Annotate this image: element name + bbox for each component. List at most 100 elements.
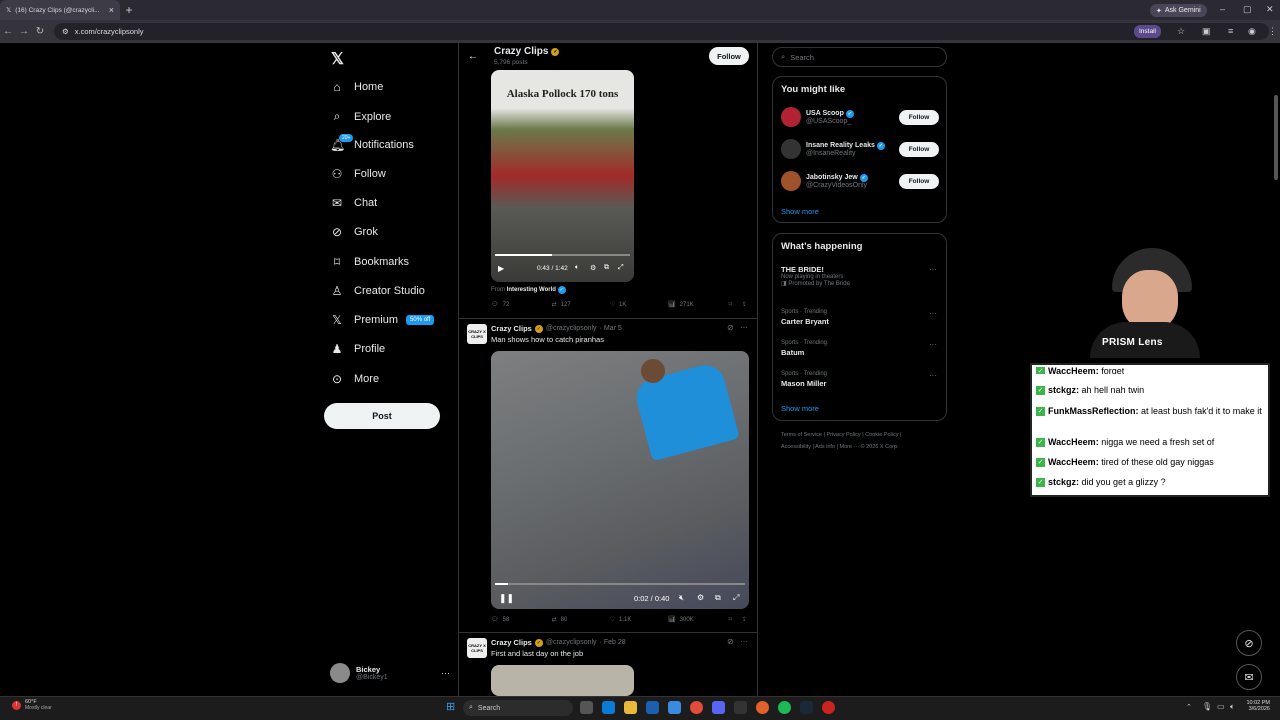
share-icon[interactable]: ⇪	[742, 616, 747, 623]
trend-item[interactable]: THE BRIDE! Now playing in theaters ◨ Pro…	[781, 265, 941, 287]
nav-profile[interactable]: ♟ Profile	[330, 342, 386, 356]
show-more-link[interactable]: Show more	[781, 404, 819, 413]
tweet-video[interactable]: Alaska Pollock 170 tons ▶ 0:43 / 1:42 🔈︎…	[491, 70, 634, 282]
spotify-icon[interactable]	[778, 701, 791, 714]
profile-icon[interactable]: ◉	[1248, 26, 1256, 37]
trend-item[interactable]: Sports · Trending Mason Miller ···	[781, 371, 941, 388]
suggestion-item[interactable]: Jabotinsky Jew ✓ @CrazyVideosOnly Follow	[781, 171, 941, 191]
close-window-icon[interactable]: ✕	[1266, 4, 1274, 15]
suggestion-item[interactable]: Insane Reality Leaks ✓ @InsaneReality Fol…	[781, 139, 941, 159]
tweet-video[interactable]	[491, 665, 634, 696]
speaker-icon[interactable]: 🔈︎	[1230, 702, 1235, 712]
more-dots-icon[interactable]: ···	[929, 340, 937, 349]
follow-button[interactable]: Follow	[899, 142, 939, 157]
menu-icon[interactable]: ⋮	[1268, 26, 1277, 37]
avatar[interactable]: CRAZY X CLIPS	[467, 324, 487, 344]
trend-item[interactable]: Sports · Trending Carter Bryant ···	[781, 309, 941, 326]
pip-icon[interactable]: ⧉	[604, 264, 609, 272]
footer-links-2[interactable]: Accessibility | Ads info | More ··· © 20…	[781, 444, 951, 450]
bookmark-star-icon[interactable]: ☆	[1177, 26, 1185, 37]
share-icon[interactable]: ⇪	[742, 301, 747, 308]
follow-button[interactable]: Follow	[899, 174, 939, 189]
volume-icon[interactable]: 🔈︎	[575, 264, 579, 272]
forward-icon[interactable]: →	[16, 26, 32, 37]
discord-icon[interactable]	[712, 701, 725, 714]
reply-icon[interactable]: 💬︎	[491, 616, 499, 623]
weather-widget[interactable]: ! 60°F Mostly clear	[12, 699, 52, 711]
sidepanel-icon[interactable]: ▣	[1202, 26, 1211, 37]
clock[interactable]: 10:02 PM 3/6/2026	[1240, 700, 1270, 712]
like-icon[interactable]: ♡	[610, 301, 615, 308]
nav-creator-studio[interactable]: ♙ Creator Studio	[330, 284, 425, 298]
video-progress[interactable]	[495, 583, 745, 585]
url-field[interactable]: ⚙ x.com/crazyclipsonly	[54, 23, 1269, 40]
avatar[interactable]: CRAZY X CLIPS	[467, 638, 487, 658]
edge-icon[interactable]	[668, 701, 681, 714]
media-icon[interactable]: ≡	[1228, 26, 1233, 36]
network-icon[interactable]: ▭	[1217, 702, 1225, 711]
pause-icon[interactable]: ❚❚	[499, 593, 514, 604]
fullscreen-icon[interactable]: ⤢	[618, 264, 624, 272]
grok-float-icon[interactable]: ⊘	[1236, 630, 1262, 656]
bookmark-icon[interactable]: ⌑	[729, 301, 732, 308]
ask-gemini-button[interactable]: ✦ Ask Gemini	[1150, 4, 1207, 17]
nav-premium[interactable]: 𝕏 Premium 50% off	[330, 313, 435, 327]
repost-icon[interactable]: ⇄	[552, 616, 557, 623]
app-icon[interactable]	[734, 701, 747, 714]
back-arrow-icon[interactable]: ←	[468, 51, 478, 62]
views-icon[interactable]: 📊︎	[668, 616, 676, 623]
more-dots-icon[interactable]: ···	[929, 309, 937, 318]
settings-icon[interactable]: ⚙	[697, 593, 704, 602]
grok-explain-icon[interactable]: ⊘	[727, 323, 734, 332]
more-dots-icon[interactable]: ···	[740, 637, 748, 646]
grok-explain-icon[interactable]: ⊘	[727, 637, 734, 646]
nav-chat[interactable]: ✉ Chat	[330, 196, 377, 210]
fullscreen-icon[interactable]: ⤢	[733, 593, 739, 603]
minimize-icon[interactable]: –	[1220, 4, 1225, 14]
install-button[interactable]: Install	[1134, 25, 1161, 38]
nav-notifications[interactable]: 🔔︎ 20+ Notifications	[330, 134, 414, 152]
more-dots-icon[interactable]: ···	[929, 265, 937, 274]
nav-follow[interactable]: ⚇ Follow	[330, 167, 386, 181]
like-icon[interactable]: ♡	[610, 616, 615, 623]
nav-grok[interactable]: ⊘ Grok	[330, 225, 378, 239]
follow-button[interactable]: Follow	[709, 47, 749, 65]
play-icon[interactable]: ▶	[498, 264, 504, 273]
suggestion-item[interactable]: USA Scoop ✓ @USAScoop_ Follow	[781, 107, 941, 127]
nav-more[interactable]: ⊙ More	[330, 372, 379, 386]
app-icon[interactable]	[756, 701, 769, 714]
reload-icon[interactable]: ↻	[32, 26, 48, 37]
maximize-icon[interactable]: ▢	[1243, 4, 1252, 15]
close-tab-icon[interactable]: ×	[109, 5, 114, 15]
tweet-video[interactable]: ❚❚ 0:02 / 0:40 🔇︎ ⚙ ⧉ ⤢	[491, 351, 749, 609]
from-source[interactable]: From Interesting World ✓	[491, 286, 566, 294]
bookmark-icon[interactable]: ⌑	[729, 616, 732, 623]
steam-icon[interactable]	[800, 701, 813, 714]
taskbar-search[interactable]: ⌕ Search	[463, 700, 573, 716]
more-dots-icon[interactable]: ···	[929, 371, 937, 380]
more-dots-icon[interactable]: ···	[740, 323, 748, 332]
new-tab-button[interactable]: +	[120, 3, 138, 17]
nav-explore[interactable]: ⌕ Explore	[330, 109, 392, 124]
footer-links-1[interactable]: Terms of Service | Privacy Policy | Cook…	[781, 432, 951, 438]
post-button[interactable]: Post	[324, 403, 440, 429]
x-logo-icon[interactable]: 𝕏	[331, 49, 344, 69]
more-dots-icon[interactable]: ···	[441, 668, 450, 678]
repost-icon[interactable]: ⇄	[552, 301, 557, 308]
reply-icon[interactable]: 💬︎	[491, 301, 499, 308]
back-icon[interactable]: ←	[0, 26, 16, 37]
scrollbar-thumb[interactable]	[1274, 95, 1278, 180]
tray-chevron-icon[interactable]: ⌃	[1186, 703, 1192, 711]
follow-button[interactable]: Follow	[899, 110, 939, 125]
trend-item[interactable]: Sports · Trending Batum ···	[781, 340, 941, 357]
task-view-icon[interactable]	[580, 701, 593, 714]
browser-tab[interactable]: 𝕏 (16) Crazy Clips (@crazycli... ×	[0, 0, 120, 20]
app-icon[interactable]	[646, 701, 659, 714]
windows-start-icon[interactable]: ⊞	[446, 700, 455, 713]
nav-bookmarks[interactable]: ⌑ Bookmarks	[330, 255, 409, 269]
nav-home[interactable]: ⌂ Home	[330, 80, 383, 94]
search-input[interactable]: ⌕ Search	[772, 47, 947, 67]
app-icon[interactable]	[822, 701, 835, 714]
messages-float-icon[interactable]: ✉	[1236, 664, 1262, 690]
file-explorer-icon[interactable]	[624, 701, 637, 714]
